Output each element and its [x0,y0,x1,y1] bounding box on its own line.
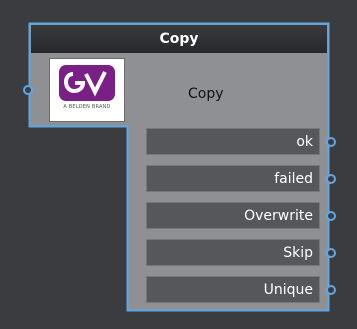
node-title: Copy [31,25,327,53]
output-port-ok[interactable]: ok [146,128,320,155]
output-port-skip[interactable]: Skip [146,239,320,266]
logo-tagline: A BELDEN BRAND [63,104,111,110]
copy-node[interactable]: Copy A BELDEN BRAND Copy ok failed Overw… [23,22,336,312]
output-port-failed[interactable]: failed [146,165,320,192]
output-port-overwrite[interactable]: Overwrite [146,202,320,229]
node-label: Copy [188,86,224,102]
output-connector-failed[interactable] [326,174,336,184]
gv-logo-icon [59,65,115,101]
output-connector-unique[interactable] [326,285,336,295]
output-port-unique[interactable]: Unique [146,276,320,303]
input-connector[interactable] [23,85,33,95]
output-connector-ok[interactable] [326,137,336,147]
output-connector-overwrite[interactable] [326,211,336,221]
logo-tile: A BELDEN BRAND [49,58,125,122]
output-connector-skip[interactable] [326,248,336,258]
